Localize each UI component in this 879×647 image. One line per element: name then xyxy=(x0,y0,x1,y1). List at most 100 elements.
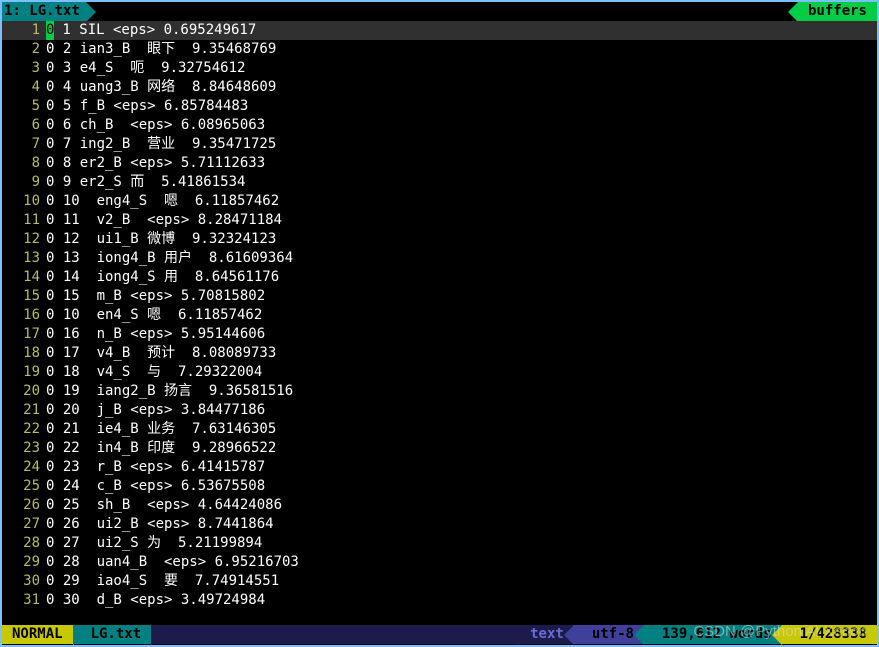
line-number: 3 xyxy=(2,59,46,78)
editor-line[interactable]: 40 4 uang3_B 网络 8.84648609 xyxy=(2,78,877,97)
line-content: 0 20 j_B <eps> 3.84477186 xyxy=(46,401,265,420)
line-number: 22 xyxy=(2,420,46,439)
line-number: 28 xyxy=(2,534,46,553)
filetype-text: text xyxy=(530,625,564,644)
editor-line[interactable]: 260 25 sh_B <eps> 4.64424086 xyxy=(2,496,877,515)
line-number: 16 xyxy=(2,306,46,325)
wordcount-text: 139,612 words xyxy=(662,625,772,644)
line-number: 5 xyxy=(2,97,46,116)
line-number: 14 xyxy=(2,268,46,287)
cursor: 0 xyxy=(46,21,54,40)
buffers-indicator[interactable]: buffers xyxy=(798,2,877,21)
line-number: 24 xyxy=(2,458,46,477)
editor-line[interactable]: 110 11 v2_B <eps> 8.28471184 xyxy=(2,211,877,230)
line-content: 0 30 d_B <eps> 3.49724984 xyxy=(46,591,265,610)
line-number: 19 xyxy=(2,363,46,382)
line-content: 0 8 er2_B <eps> 5.71112633 xyxy=(46,154,265,173)
mode-segment: NORMAL xyxy=(2,625,73,644)
editor-line[interactable]: 240 23 r_B <eps> 6.41415787 xyxy=(2,458,877,477)
file-segment: LG.txt xyxy=(73,625,152,644)
editor-line[interactable]: 310 30 d_B <eps> 3.49724984 xyxy=(2,591,877,610)
line-content: 0 14 iong4_S 用 8.64561176 xyxy=(46,268,279,287)
editor-line[interactable]: 290 28 uan4_B <eps> 6.95216703 xyxy=(2,553,877,572)
line-number: 29 xyxy=(2,553,46,572)
line-number: 20 xyxy=(2,382,46,401)
editor-line[interactable]: 210 20 j_B <eps> 3.84477186 xyxy=(2,401,877,420)
line-number: 25 xyxy=(2,477,46,496)
line-number: 7 xyxy=(2,135,46,154)
line-content: 0 21 ie4_B 业务 7.63146305 xyxy=(46,420,276,439)
line-content: 0 26 ui2_B <eps> 8.7441864 xyxy=(46,515,274,534)
editor-line[interactable]: 90 9 er2_S 而 5.41861534 xyxy=(2,173,877,192)
line-number: 2 xyxy=(2,40,46,59)
editor-line[interactable]: 50 5 f_B <eps> 6.85784483 xyxy=(2,97,877,116)
line-content: 0 15 m_B <eps> 5.70815802 xyxy=(46,287,265,306)
line-content: 0 11 v2_B <eps> 8.28471184 xyxy=(46,211,282,230)
line-number: 30 xyxy=(2,572,46,591)
editor-line[interactable]: 100 10 eng4_S 嗯 6.11857462 xyxy=(2,192,877,211)
encoding-text: utf-8 xyxy=(592,625,634,644)
tab-filename: LG.txt xyxy=(29,3,80,19)
line-number: 4 xyxy=(2,78,46,97)
editor-line[interactable]: 70 7 ing2_B 营业 9.35471725 xyxy=(2,135,877,154)
line-number: 9 xyxy=(2,173,46,192)
line-content: 0 4 uang3_B 网络 8.84648609 xyxy=(46,78,276,97)
editor-line[interactable]: 30 3 e4_S 呃 9.32754612 xyxy=(2,59,877,78)
editor-line[interactable]: 140 14 iong4_S 用 8.64561176 xyxy=(2,268,877,287)
position-segment: 1/428338 xyxy=(782,625,877,644)
tab-active[interactable]: 1: LG.txt xyxy=(2,2,86,21)
editor-line[interactable]: 190 18 v4_S 与 7.29322004 xyxy=(2,363,877,382)
line-content: 0 6 ch_B <eps> 6.08965063 xyxy=(46,116,265,135)
editor-line[interactable]: 270 26 ui2_B <eps> 8.7441864 xyxy=(2,515,877,534)
tab-fill xyxy=(86,2,798,21)
editor-line[interactable]: 150 15 m_B <eps> 5.70815802 xyxy=(2,287,877,306)
line-content: 0 27 ui2_S 为 5.21199894 xyxy=(46,534,262,553)
tab-bar: 1: LG.txt buffers xyxy=(2,2,877,21)
line-number: 11 xyxy=(2,211,46,230)
status-line: NORMAL LG.txt text utf-8 139,612 words 1… xyxy=(2,625,877,644)
editor-line[interactable]: 220 21 ie4_B 业务 7.63146305 xyxy=(2,420,877,439)
line-content: 0 19 iang2_B 扬言 9.36581516 xyxy=(46,382,293,401)
line-content: 0 29 iao4_S 要 7.74914551 xyxy=(46,572,279,591)
line-number: 6 xyxy=(2,116,46,135)
editor-line[interactable]: 250 24 c_B <eps> 6.53675508 xyxy=(2,477,877,496)
line-number: 27 xyxy=(2,515,46,534)
editor-line[interactable]: 180 17 v4_B 预计 8.08089733 xyxy=(2,344,877,363)
line-content: 0 3 e4_S 呃 9.32754612 xyxy=(46,59,245,78)
status-gap xyxy=(151,625,520,644)
line-number: 1 xyxy=(2,21,46,40)
editor-line[interactable]: 80 8 er2_B <eps> 5.71112633 xyxy=(2,154,877,173)
editor-line[interactable]: 60 6 ch_B <eps> 6.08965063 xyxy=(2,116,877,135)
line-number: 12 xyxy=(2,230,46,249)
line-content: 0 18 v4_S 与 7.29322004 xyxy=(46,363,262,382)
editor-line[interactable]: 200 19 iang2_B 扬言 9.36581516 xyxy=(2,382,877,401)
line-number: 15 xyxy=(2,287,46,306)
line-content: 0 5 f_B <eps> 6.85784483 xyxy=(46,97,248,116)
line-content: 0 12 ui1_B 微博 9.32324123 xyxy=(46,230,276,249)
line-number: 21 xyxy=(2,401,46,420)
tab-index: 1 xyxy=(4,3,12,19)
line-content: 0 25 sh_B <eps> 4.64424086 xyxy=(46,496,282,515)
line-number: 26 xyxy=(2,496,46,515)
file-name: LG.txt xyxy=(91,625,142,644)
editor-line[interactable]: 20 2 ian3_B 眼下 9.35468769 xyxy=(2,40,877,59)
line-content: 0 24 c_B <eps> 6.53675508 xyxy=(46,477,265,496)
line-content: 0 17 v4_B 预计 8.08089733 xyxy=(46,344,276,363)
line-content: 0 7 ing2_B 营业 9.35471725 xyxy=(46,135,276,154)
line-number: 8 xyxy=(2,154,46,173)
line-number: 18 xyxy=(2,344,46,363)
editor-viewport[interactable]: 10 1 SIL <eps> 0.69524961720 2 ian3_B 眼下… xyxy=(2,21,877,625)
line-content: 0 13 iong4_B 用户 8.61609364 xyxy=(46,249,293,268)
position-text: 1/428338 xyxy=(800,625,867,644)
editor-line[interactable]: 130 13 iong4_B 用户 8.61609364 xyxy=(2,249,877,268)
editor-line[interactable]: 120 12 ui1_B 微博 9.32324123 xyxy=(2,230,877,249)
editor-line[interactable]: 10 1 SIL <eps> 0.695249617 xyxy=(2,21,877,40)
line-number: 31 xyxy=(2,591,46,610)
editor-line[interactable]: 300 29 iao4_S 要 7.74914551 xyxy=(2,572,877,591)
editor-line[interactable]: 280 27 ui2_S 为 5.21199894 xyxy=(2,534,877,553)
line-number: 17 xyxy=(2,325,46,344)
editor-line[interactable]: 170 16 n_B <eps> 5.95144606 xyxy=(2,325,877,344)
line-content: 0 22 in4_B 印度 9.28966522 xyxy=(46,439,276,458)
editor-line[interactable]: 160 10 en4_S 嗯 6.11857462 xyxy=(2,306,877,325)
editor-line[interactable]: 230 22 in4_B 印度 9.28966522 xyxy=(2,439,877,458)
